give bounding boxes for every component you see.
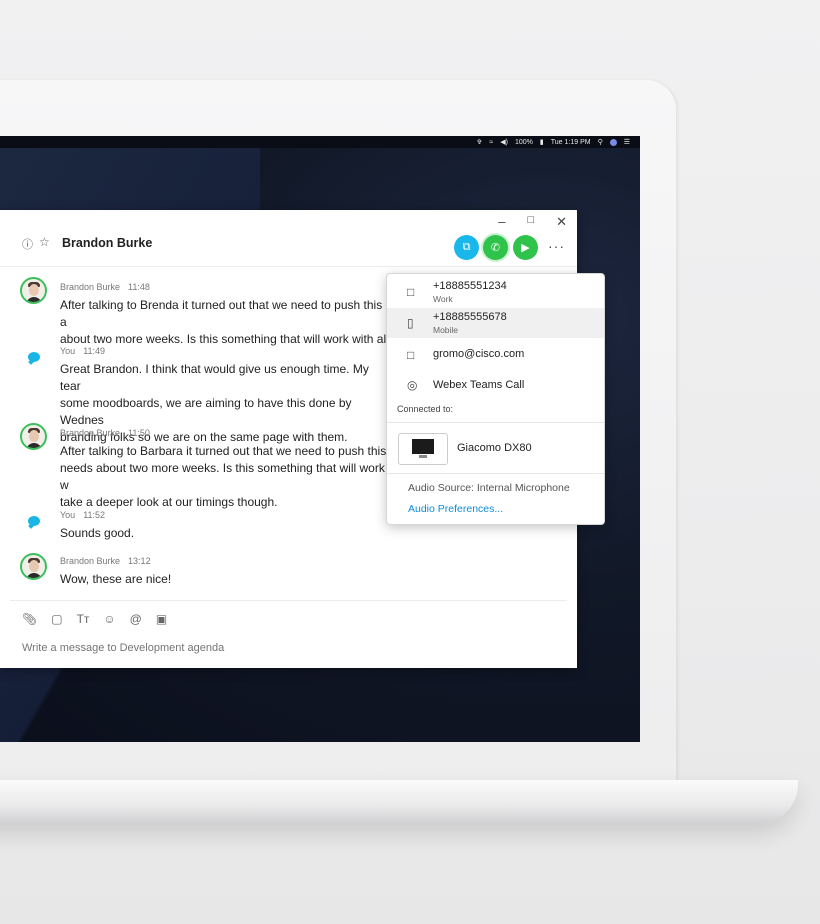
device-icon[interactable] <box>398 433 448 465</box>
whiteboard-icon[interactable]: ▢ <box>51 612 62 626</box>
webex-icon: ◎ <box>407 378 418 392</box>
message-sender: Brandon Burke <box>60 428 121 438</box>
share-screen-icon: ⧉ <box>462 241 471 253</box>
wifi-icon[interactable]: ≈ <box>489 139 493 146</box>
message-sender: Brandon Burke <box>60 556 121 566</box>
message-text: After talking to Barbara it turned out t… <box>60 444 387 509</box>
composer-divider <box>10 600 567 601</box>
message-sender: You <box>60 346 76 356</box>
message-meta: Brandon Burke 11:50 <box>60 428 150 438</box>
video-camera-icon: ▶ <box>521 242 530 254</box>
connected-device-name[interactable]: Giacomo DX80 <box>457 442 532 454</box>
more-options-icon[interactable]: ··· <box>548 238 565 254</box>
building-icon: □ <box>407 285 415 299</box>
conversation-header: ⓘ ☆ Brandon Burke ⧉ ✆ ▶ ··· <box>0 210 577 267</box>
star-icon[interactable]: ☆ <box>39 235 50 249</box>
webex-call-label: Webex Teams Call <box>433 379 525 391</box>
globe-icon[interactable]: ✞ <box>477 138 483 146</box>
email-address: gromo@cisco.com <box>433 348 525 360</box>
you-chat-icon <box>22 345 46 369</box>
call-option-webex[interactable]: ◎ Webex Teams Call <box>387 371 604 401</box>
battery-icon[interactable]: ▮ <box>540 138 544 146</box>
message-time: 11:49 <box>83 346 106 356</box>
battery-percent: 100% <box>514 138 533 146</box>
conversation-title: Brandon Burke <box>62 236 153 250</box>
avatar[interactable] <box>20 423 47 450</box>
phone-type: Work <box>433 294 453 304</box>
spotlight-search-icon[interactable]: ⚲ <box>598 138 603 146</box>
composer-toolbar: 📎︎ ▢ Tᴛ ☺ @ ▣ <box>22 612 167 626</box>
mobile-phone-icon: ▯ <box>407 316 414 330</box>
you-chat-icon <box>22 509 46 533</box>
message-time: 11:52 <box>83 510 106 520</box>
message-sender: You <box>60 510 76 520</box>
connected-to-label: Connected to: <box>397 404 454 414</box>
video-call-button[interactable]: ▶ <box>513 235 538 260</box>
text-format-icon[interactable]: Tᴛ <box>77 612 90 626</box>
phone-number: +18885555678 <box>433 311 507 323</box>
message-time: 11:48 <box>128 282 150 292</box>
emoji-icon[interactable]: ☺ <box>103 612 115 626</box>
message-meta: Brandon Burke 13:12 <box>60 556 151 566</box>
message-meta: You 11:52 <box>60 510 105 520</box>
call-options-menu: □ +18885551234 Work ▯ +18885555678 Mobil… <box>386 273 605 525</box>
message-text: After talking to Brenda it turned out th… <box>60 298 389 346</box>
mac-menubar: ✞ ≈ ◀) 100% ▮ Tue 1:19 PM ⚲ ☰ <box>0 136 640 148</box>
message-text: Wow, these are nice! <box>60 572 172 586</box>
call-option-mobile[interactable]: ▯ +18885555678 Mobile <box>387 308 604 338</box>
message-meta: Brandon Burke 11:48 <box>60 282 150 292</box>
siri-icon[interactable] <box>609 138 617 146</box>
message-time: 11:50 <box>128 428 150 438</box>
laptop-base <box>0 780 798 824</box>
notification-center-icon[interactable]: ☰ <box>624 138 630 146</box>
menubar-clock[interactable]: Tue 1:19 PM <box>551 139 591 146</box>
audio-preferences-link[interactable]: Audio Preferences... <box>408 503 503 515</box>
message-meta: You 11:49 <box>60 346 105 356</box>
attachment-icon[interactable]: 📎︎ <box>22 612 37 626</box>
call-option-email[interactable]: □ gromo@cisco.com <box>387 340 604 370</box>
audio-call-button[interactable]: ✆ <box>483 235 508 260</box>
divider <box>387 422 604 423</box>
divider <box>387 473 604 474</box>
message-sender: Brandon Burke <box>60 282 121 292</box>
audio-source-label: Audio Source: Internal Microphone <box>408 482 570 494</box>
mention-icon[interactable]: @ <box>130 612 142 626</box>
share-screen-button[interactable]: ⧉ <box>454 235 479 260</box>
info-icon[interactable]: ⓘ <box>22 236 33 252</box>
message-text: Sounds good. <box>60 526 135 540</box>
volume-icon[interactable]: ◀) <box>500 138 508 146</box>
message-input[interactable] <box>22 642 422 654</box>
phone-icon: ✆ <box>490 242 501 254</box>
call-option-work[interactable]: □ +18885551234 Work <box>387 276 604 306</box>
message-time: 13:12 <box>128 556 151 566</box>
avatar[interactable] <box>20 553 47 580</box>
avatar[interactable] <box>20 277 47 304</box>
phone-number: +18885551234 <box>433 280 507 292</box>
phone-type: Mobile <box>433 325 459 335</box>
giphy-icon[interactable]: ▣ <box>156 612 167 626</box>
building-icon: □ <box>407 348 415 362</box>
